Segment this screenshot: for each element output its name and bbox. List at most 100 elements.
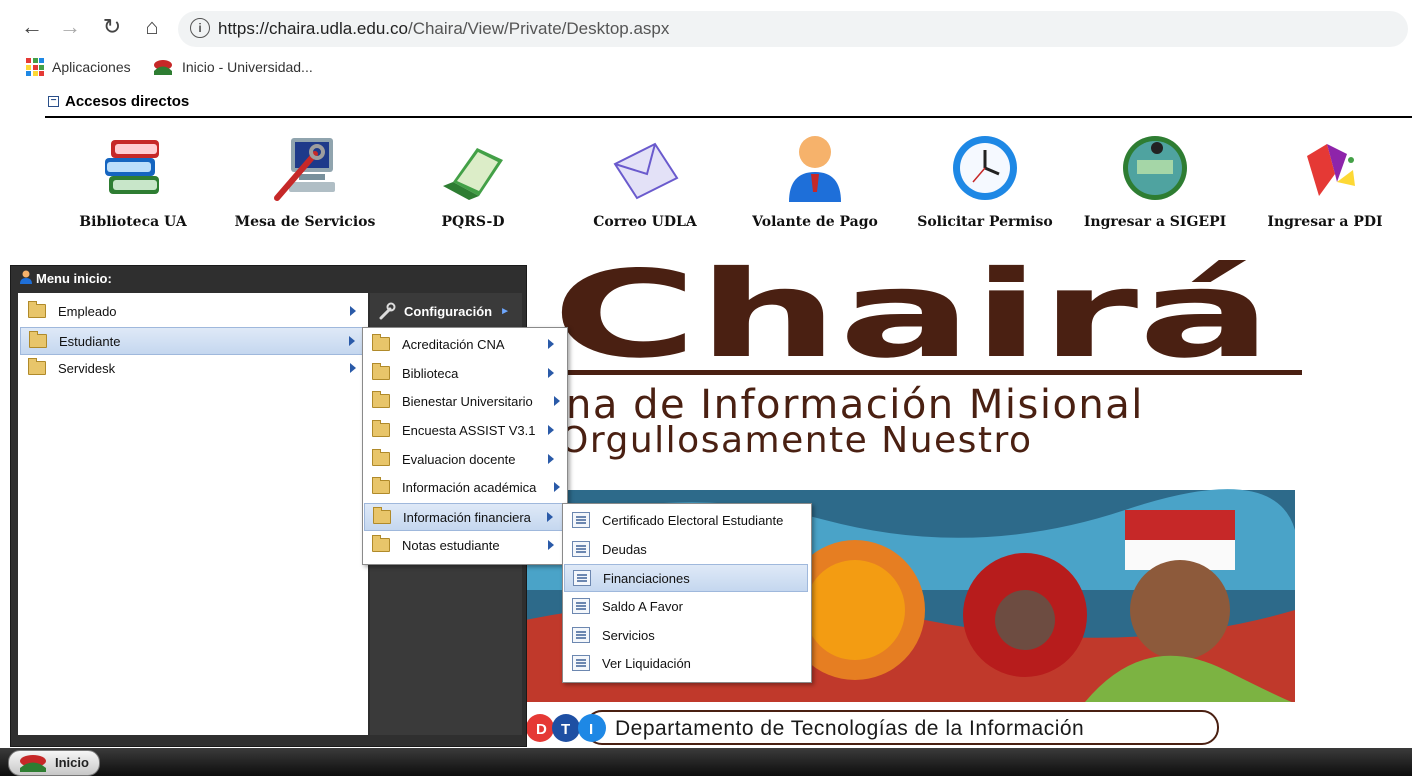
menu-item-certificado-electoral[interactable]: Certificado Electoral Estudiante [564,507,808,533]
folder-icon [372,420,390,437]
configuracion-button[interactable]: Configuración ► [378,300,518,322]
shortcut-volante-pago[interactable]: Volante de Pago [740,130,890,230]
envelope-icon [613,142,679,200]
start-menu-header: Menu inicio: [10,265,525,291]
menu-item-label: Servicios [602,627,655,643]
menu-item-acreditacion[interactable]: Acreditación CNA [364,331,564,357]
menu-item-estudiante[interactable]: Estudiante [20,327,366,355]
chevron-right-icon [349,336,355,346]
menu-item-biblioteca[interactable]: Biblioteca [364,360,564,386]
menu-item-label: Certificado Electoral Estudiante [602,512,784,528]
menu-title: Menu inicio: [36,271,112,286]
apps-grid-icon [26,58,44,76]
laptop-icon [443,148,503,200]
dti-letter: I [589,721,593,738]
site-info-icon[interactable]: i [190,18,210,38]
reload-icon[interactable]: ↻ [98,14,126,40]
menu-item-encuesta-assist[interactable]: Encuesta ASSIST V3.1 [364,417,564,443]
menu-item-ver-liquidacion[interactable]: Ver Liquidación [564,650,808,676]
folder-icon [372,391,390,408]
bookmark-label: Aplicaciones [52,59,131,75]
banner-subtitle-2: Orgullosamente Nuestro [560,420,1033,461]
chaira-logo: Chairá [552,258,1302,378]
books-icon [105,140,159,194]
menu-item-notas-estudiante[interactable]: Notas estudiante [364,532,564,558]
menu-item-label: Ver Liquidación [602,655,691,671]
menu-item-informacion-financiera[interactable]: Información financiera [364,503,564,531]
menu-item-label: Biblioteca [402,365,459,381]
chevron-right-icon [554,396,560,406]
start-button[interactable]: Inicio [8,750,100,776]
shortcut-biblioteca[interactable]: Biblioteca UA [58,130,208,230]
shortcut-label: Correo UDLA [593,214,697,230]
config-label: Configuración [404,303,493,319]
bookmark-inicio-universidad[interactable]: Inicio - Universidad... [152,58,313,76]
home-icon[interactable]: ⌂ [138,14,166,40]
shortcut-pqrsd[interactable]: PQRS-D [398,130,548,230]
folder-icon [372,535,390,552]
accesos-directos-header[interactable]: − Accesos directos [48,93,189,110]
document-icon [572,598,590,614]
folder-icon [372,334,390,351]
menu-item-servidesk[interactable]: Servidesk [20,355,366,381]
menu-item-servicios[interactable]: Servicios [564,622,808,648]
menu-item-label: Notas estudiante [402,537,500,553]
udla-logo-icon [20,755,46,772]
menu-item-label: Deudas [602,541,647,557]
folder-icon [372,449,390,466]
menu-item-financiaciones[interactable]: Financiaciones [564,564,808,592]
sigepi-logo-icon [1123,136,1187,200]
document-icon [572,655,590,671]
menu-item-label: Acreditación CNA [402,336,505,352]
menu-item-evaluacion-docente[interactable]: Evaluacion docente [364,446,564,472]
chevron-right-icon [547,512,553,522]
shortcut-solicitar-permiso[interactable]: Solicitar Permiso [910,130,1060,230]
shortcut-mesa-servicios[interactable]: Mesa de Servicios [230,130,380,230]
chevron-right-icon [548,339,554,349]
shortcut-label: Ingresar a PDI [1267,214,1383,230]
menu-item-empleado[interactable]: Empleado [20,298,366,324]
menu-item-deudas[interactable]: Deudas [564,536,808,562]
folder-icon [372,477,390,494]
bookmarks-bar: Aplicaciones Inicio - Universidad... [0,52,1412,84]
section-title: Accesos directos [65,93,190,110]
document-icon [572,627,590,643]
folder-icon [28,358,46,375]
dti-text: Departamento de Tecnologías de la Inform… [615,717,1085,740]
user-icon [20,270,32,284]
computer-wrench-icon [274,138,335,201]
menu-item-saldo-a-favor[interactable]: Saldo A Favor [564,593,808,619]
menu-item-label: Estudiante [59,333,121,349]
menu-item-informacion-academica[interactable]: Información académica [364,474,564,500]
back-arrow-icon[interactable]: ← [18,14,46,40]
person-icon [789,136,841,202]
address-bar[interactable]: i https://chaira.udla.edu.co/Chaira/View… [178,11,1408,47]
document-icon [573,570,591,586]
menu-item-label: Empleado [58,303,117,319]
udla-logo-icon [154,60,172,75]
shortcut-label: Volante de Pago [752,214,878,230]
folder-icon [373,507,391,524]
chevron-right-icon [548,540,554,550]
wrench-icon [379,302,396,320]
shortcut-label: Ingresar a SIGEPI [1083,214,1227,230]
forward-arrow-icon[interactable]: → [56,14,84,40]
clock-icon [953,136,1017,200]
url-text: https://chaira.udla.edu.co/Chaira/View/P… [218,19,670,38]
dti-letter: T [561,721,570,738]
chevron-right-icon [554,482,560,492]
menu-item-label: Saldo A Favor [602,598,683,614]
menu-item-label: Financiaciones [603,570,690,586]
shortcut-pdi[interactable]: Ingresar a PDI [1250,130,1400,230]
bookmark-label: Inicio - Universidad... [182,59,313,75]
chevron-right-icon [548,454,554,464]
menu-item-label: Información académica [402,479,537,495]
start-label: Inicio [55,755,89,770]
collapse-icon[interactable]: − [48,96,59,107]
bookmark-aplicaciones[interactable]: Aplicaciones [26,58,131,76]
pdi-logo-icon [1307,144,1355,196]
menu-item-bienestar[interactable]: Bienestar Universitario [364,388,564,414]
folder-icon [372,363,390,380]
shortcut-sigepi[interactable]: Ingresar a SIGEPI [1080,130,1230,230]
shortcut-correo[interactable]: Correo UDLA [570,130,720,230]
